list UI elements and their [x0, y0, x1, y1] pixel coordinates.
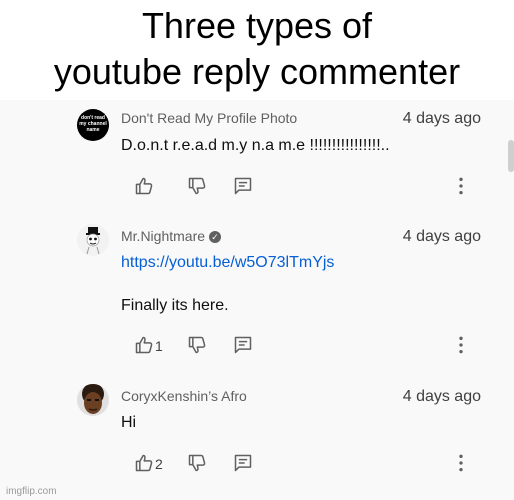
avatar-label: don't read my channel name — [79, 115, 107, 133]
caption-line-1: Three types of — [141, 5, 373, 46]
like-count: 1 — [155, 338, 163, 354]
comment-date[interactable]: 4 days ago — [403, 388, 481, 406]
avatar[interactable] — [77, 384, 109, 416]
comment-author[interactable]: Don't Read My Profile Photo — [121, 110, 297, 126]
comment-link[interactable]: https://youtu.be/w5O73lTmYjs — [121, 254, 334, 272]
thumbs-up-icon[interactable] — [134, 335, 154, 355]
thumbs-up-icon[interactable] — [134, 176, 154, 196]
comment-author[interactable]: CoryxKenshin’s Afro — [121, 388, 247, 404]
avatar[interactable] — [77, 224, 109, 256]
face-avatar-icon — [82, 384, 104, 414]
more-vertical-icon[interactable] — [451, 453, 471, 473]
comment-text: Hi — [121, 414, 137, 431]
reply-icon[interactable] — [233, 335, 253, 355]
comment-author[interactable]: Mr.Nightmare ✓ — [121, 228, 222, 244]
more-vertical-icon[interactable] — [451, 176, 471, 196]
verified-badge-icon: ✓ — [209, 231, 222, 244]
comment-date[interactable]: 4 days ago — [403, 228, 481, 246]
more-vertical-icon[interactable] — [451, 335, 471, 355]
like-count: 2 — [155, 456, 163, 472]
scrollbar-thumb[interactable] — [508, 140, 514, 172]
reply-icon[interactable] — [233, 176, 253, 196]
thumbs-down-icon[interactable] — [187, 176, 207, 196]
thumbs-up-icon[interactable] — [134, 453, 154, 473]
comment-date[interactable]: 4 days ago — [403, 110, 481, 128]
comment-text: D.o.n.t r.e.a.d m.y n.a m.e !!!!!!!!!!!!… — [121, 137, 390, 154]
snowman-avatar-icon — [86, 227, 100, 255]
watermark: imgflip.com — [6, 486, 57, 497]
author-name[interactable]: Mr.Nightmare — [121, 228, 205, 244]
reply-icon[interactable] — [233, 453, 253, 473]
thumbs-down-icon[interactable] — [187, 453, 207, 473]
comments-panel — [0, 100, 514, 500]
caption-line-2: youtube reply commenter — [53, 51, 461, 92]
avatar[interactable]: don't read my channel name — [77, 109, 109, 141]
comment-text: Finally its here. — [121, 297, 229, 314]
meme-caption: Three types of youtube reply commenter — [0, 0, 514, 100]
thumbs-down-icon[interactable] — [187, 335, 207, 355]
